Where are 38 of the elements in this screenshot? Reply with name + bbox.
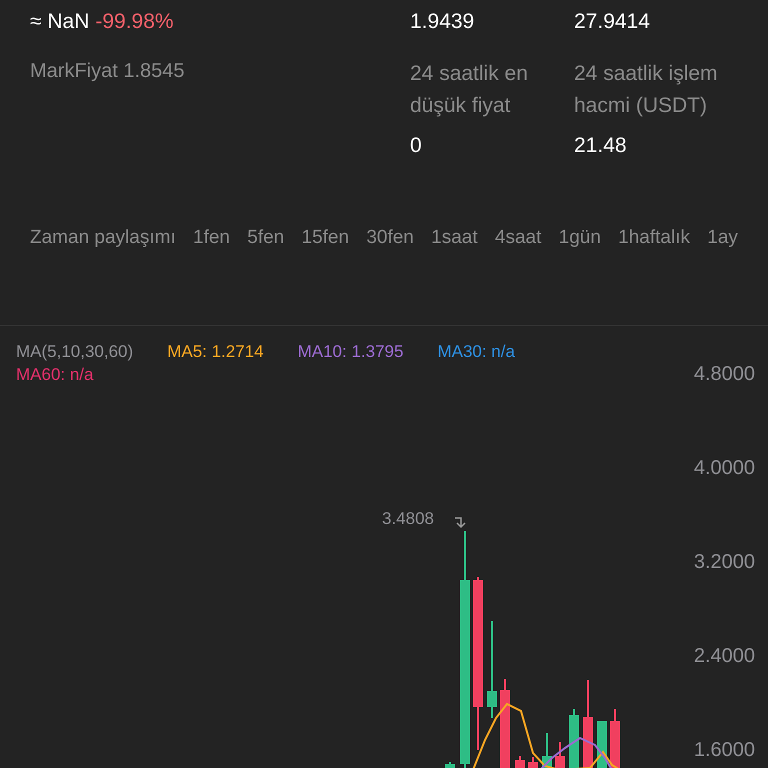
mark-price: MarkFiyat 1.8545 [30, 58, 186, 84]
y-axis-label: 3.2000 [694, 550, 755, 574]
candlestick [445, 762, 455, 768]
price-change: -99.98% [95, 9, 174, 35]
stat-value: 1.9439 [410, 9, 476, 35]
timeframe-tab[interactable]: Zaman paylaşımı [30, 224, 176, 252]
high-price-label: 3.4808 [382, 508, 434, 530]
timeframe-tab[interactable]: 4saat [494, 224, 542, 252]
y-axis-label: 1.6000 [694, 738, 755, 762]
candlestick [555, 742, 565, 768]
stat-value: 0 [410, 132, 423, 158]
timeframe-tab[interactable]: 5fen [247, 224, 284, 252]
y-axis-label: 4.0000 [694, 456, 755, 480]
ma-legend-label: MA5: 1.2714 [167, 341, 264, 363]
timeframe-tab[interactable]: 1ay [707, 224, 738, 252]
timeframe-tab[interactable]: 1haftalık [618, 224, 690, 252]
timeframe-tab[interactable]: 30fen [366, 224, 414, 252]
candlestick [569, 709, 579, 768]
candlestick [528, 757, 538, 768]
timeframe-tab[interactable]: 1fen [193, 224, 230, 252]
y-axis-label: 2.4000 [694, 644, 755, 668]
candlestick [515, 756, 525, 768]
stat-label: 24 saatlik işlem hacmi (USDT) [574, 60, 719, 118]
candlestick [610, 709, 620, 768]
approx-price: ≈ NaN [30, 9, 90, 35]
candlestick [542, 733, 552, 768]
ma-legend-label: MA10: 1.3795 [298, 341, 404, 363]
timeframe-tab[interactable]: 15fen [302, 224, 350, 252]
y-axis-label: 4.8000 [694, 362, 755, 386]
timeframe-tab[interactable]: 1gün [558, 224, 601, 252]
ma-legend-label: MA30: n/a [437, 341, 515, 363]
ma-legend-label: MA(5,10,30,60) [16, 341, 134, 363]
ma-legend-label: MA60: n/a [16, 364, 94, 386]
arrow-icon [454, 517, 466, 528]
stat-value: 27.9414 [574, 9, 651, 35]
stat-value: 21.48 [574, 132, 628, 158]
timeframe-tab[interactable]: 1saat [431, 224, 478, 252]
stat-label: 24 saatlik en düşük fiyat [410, 60, 529, 118]
